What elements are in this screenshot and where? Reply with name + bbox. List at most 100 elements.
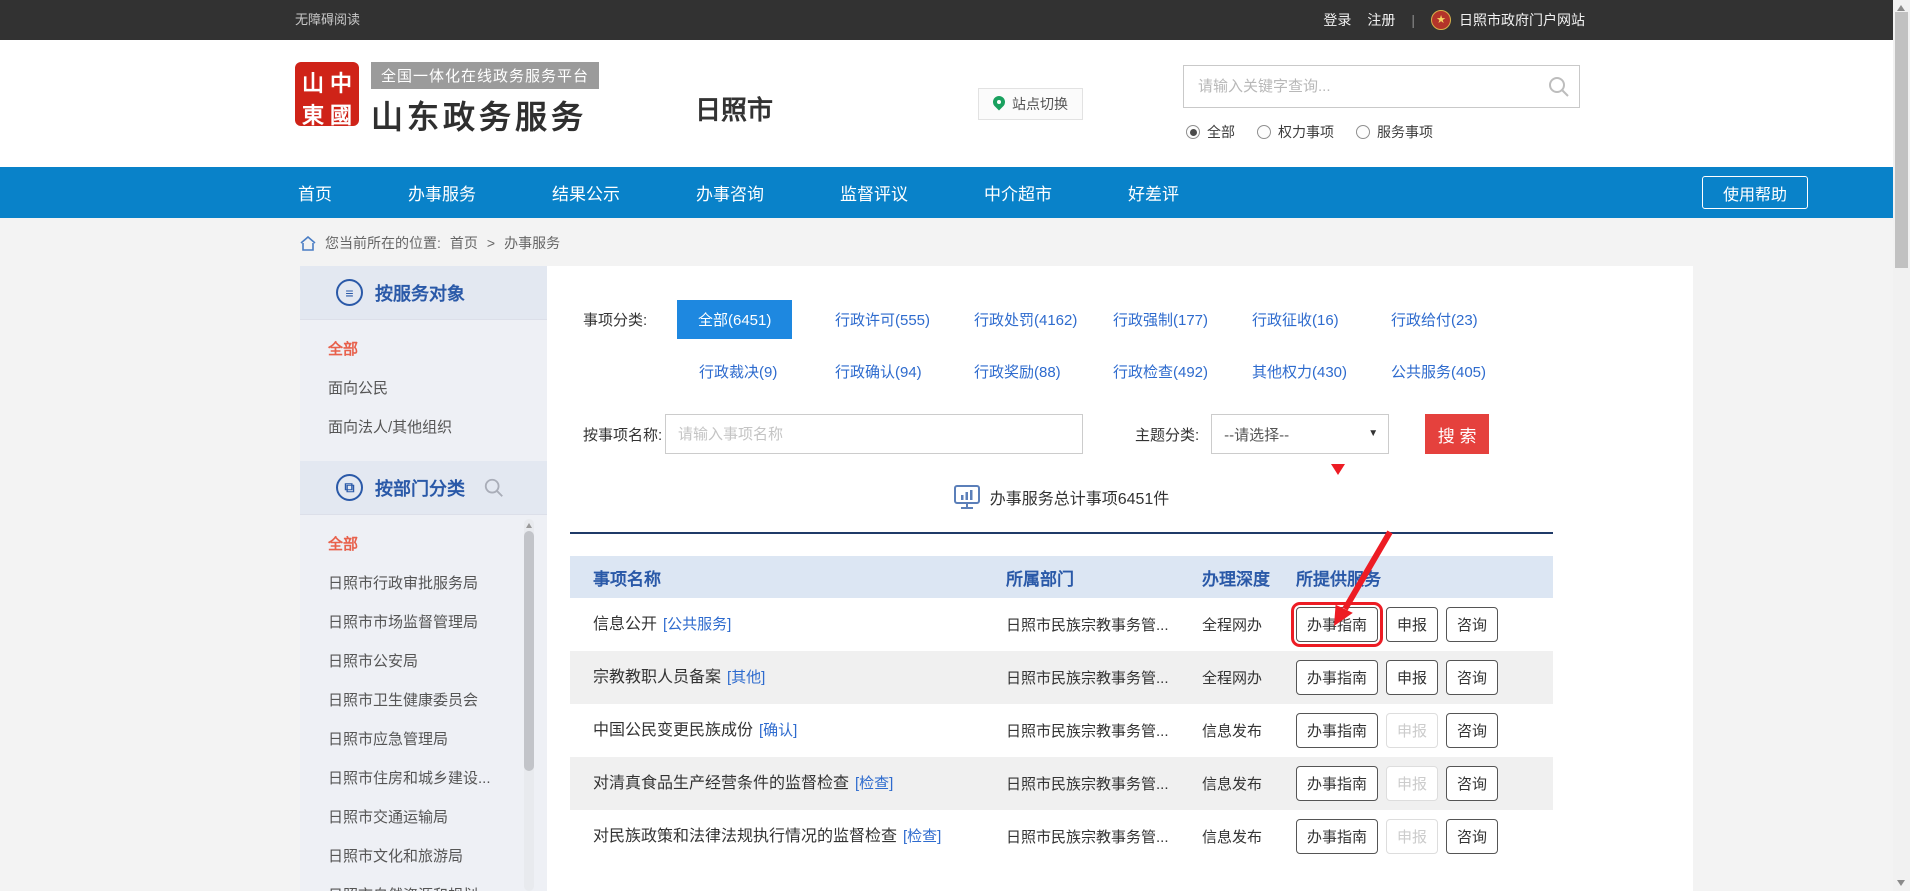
category-link[interactable]: 公共服务(405) bbox=[1391, 364, 1486, 381]
department-search-icon[interactable] bbox=[483, 477, 505, 499]
item-tag-link[interactable]: [其他] bbox=[727, 669, 765, 686]
apply-button-disabled: 申报 bbox=[1386, 819, 1438, 854]
dept-item[interactable]: 日照市文化和旅游局 bbox=[300, 837, 547, 876]
help-button[interactable]: 使用帮助 bbox=[1702, 176, 1808, 209]
sidebar-item-all-targets[interactable]: 全部 bbox=[300, 330, 547, 369]
item-tag-link[interactable]: [确认] bbox=[759, 722, 797, 739]
scrollbar-up-icon[interactable] bbox=[1897, 5, 1905, 11]
item-department: 日照市民族宗教事务管... bbox=[1006, 614, 1202, 635]
category-link[interactable]: 行政处罚(4162) bbox=[974, 312, 1077, 329]
consult-button[interactable]: 咨询 bbox=[1446, 766, 1498, 801]
category-link[interactable]: 行政奖励(88) bbox=[974, 364, 1061, 381]
scrollbar-down-icon[interactable] bbox=[1897, 880, 1905, 886]
category-link[interactable]: 行政裁决(9) bbox=[699, 364, 777, 381]
item-name[interactable]: 对民族政策和法律法规执行情况的监督检查 bbox=[593, 828, 897, 845]
sidebar-header-departments: ⧉ 按部门分类 bbox=[300, 461, 547, 515]
keyword-search-input[interactable] bbox=[1184, 66, 1579, 107]
guide-button[interactable]: 办事指南 bbox=[1296, 819, 1378, 854]
department-list: 全部 日照市行政审批服务局 日照市市场监督管理局 日照市公安局 日照市卫生健康委… bbox=[300, 515, 547, 891]
search-button[interactable]: 搜 索 bbox=[1425, 414, 1489, 454]
breadcrumb-home[interactable]: 首页 bbox=[450, 233, 478, 253]
category-link[interactable]: 行政确认(94) bbox=[835, 364, 922, 381]
item-name[interactable]: 中国公民变更民族成份 bbox=[593, 722, 753, 739]
page-scrollbar[interactable] bbox=[1893, 0, 1910, 891]
item-depth: 全程网办 bbox=[1202, 614, 1296, 635]
dept-item[interactable]: 日照市市场监督管理局 bbox=[300, 603, 547, 642]
dept-item[interactable]: 日照市自然资源和规划... bbox=[300, 876, 547, 891]
shandong-seal-icon: 山 中 東 國 bbox=[295, 62, 359, 126]
guide-button[interactable]: 办事指南 bbox=[1296, 713, 1378, 748]
nav-intermediary[interactable]: 中介超市 bbox=[984, 180, 1052, 205]
sidebar-item-legal-persons[interactable]: 面向法人/其他组织 bbox=[300, 408, 547, 447]
item-name[interactable]: 对清真食品生产经营条件的监督检查 bbox=[593, 775, 849, 792]
nav-consult[interactable]: 办事咨询 bbox=[696, 180, 764, 205]
apply-button[interactable]: 申报 bbox=[1386, 607, 1438, 642]
nav-home[interactable]: 首页 bbox=[298, 180, 332, 205]
category-link[interactable]: 行政许可(555) bbox=[835, 312, 930, 329]
breadcrumb-current[interactable]: 办事服务 bbox=[504, 233, 560, 253]
sidebar-scrollbar-thumb[interactable] bbox=[524, 531, 534, 771]
dept-item-all[interactable]: 全部 bbox=[300, 525, 547, 564]
category-row-1: 事项分类: 全部(6451) 行政许可(555) 行政处罚(4162) 行政强制… bbox=[570, 300, 1553, 339]
nav-services[interactable]: 办事服务 bbox=[408, 180, 476, 205]
dept-item[interactable]: 日照市住房和城乡建设... bbox=[300, 759, 547, 798]
consult-button[interactable]: 咨询 bbox=[1446, 607, 1498, 642]
guide-button[interactable]: 办事指南 bbox=[1296, 607, 1378, 642]
dept-item[interactable]: 日照市行政审批服务局 bbox=[300, 564, 547, 603]
table-row: 中国公民变更民族成份[确认] 日照市民族宗教事务管... 信息发布 办事指南 申… bbox=[570, 704, 1553, 757]
item-name[interactable]: 宗教教职人员备案 bbox=[593, 669, 721, 686]
portal-link[interactable]: 日照市政府门户网站 bbox=[1431, 10, 1585, 30]
consult-button[interactable]: 咨询 bbox=[1446, 819, 1498, 854]
nav-rating[interactable]: 好差评 bbox=[1128, 180, 1179, 205]
sidebar: ≡ 按服务对象 全部 面向公民 面向法人/其他组织 ⧉ 按部门分类 bbox=[300, 266, 547, 891]
category-link[interactable]: 行政征收(16) bbox=[1252, 312, 1339, 329]
consult-button[interactable]: 咨询 bbox=[1446, 660, 1498, 695]
portal-label: 日照市政府门户网站 bbox=[1459, 10, 1585, 30]
dept-item[interactable]: 日照市卫生健康委员会 bbox=[300, 681, 547, 720]
scrollbar-thumb[interactable] bbox=[1895, 12, 1908, 268]
category-link[interactable]: 其他权力(430) bbox=[1252, 364, 1347, 381]
search-icon[interactable] bbox=[1547, 75, 1571, 99]
item-tag-link[interactable]: [检查] bbox=[903, 828, 941, 845]
dept-item[interactable]: 日照市交通运输局 bbox=[300, 798, 547, 837]
content-container: ≡ 按服务对象 全部 面向公民 面向法人/其他组织 ⧉ 按部门分类 bbox=[300, 266, 1693, 891]
keyword-search-box bbox=[1183, 65, 1580, 108]
sidebar-item-citizens[interactable]: 面向公民 bbox=[300, 369, 547, 408]
apply-button-disabled: 申报 bbox=[1386, 766, 1438, 801]
category-link[interactable]: 行政强制(177) bbox=[1113, 312, 1208, 329]
nav-results[interactable]: 结果公示 bbox=[552, 180, 620, 205]
category-all-selected[interactable]: 全部(6451) bbox=[677, 300, 792, 339]
section-divider bbox=[570, 532, 1553, 534]
category-link[interactable]: 行政给付(23) bbox=[1391, 312, 1478, 329]
topic-select[interactable]: --请选择-- bbox=[1211, 414, 1389, 454]
guide-button[interactable]: 办事指南 bbox=[1296, 766, 1378, 801]
dept-item[interactable]: 日照市公安局 bbox=[300, 642, 547, 681]
register-link[interactable]: 注册 bbox=[1367, 10, 1395, 30]
scope-power-items[interactable]: 权力事项 bbox=[1257, 122, 1334, 142]
brand-title: 山东政务服务 bbox=[371, 92, 599, 138]
item-name-label: 按事项名称: bbox=[570, 424, 665, 445]
dept-item[interactable]: 日照市应急管理局 bbox=[300, 720, 547, 759]
item-tag-link[interactable]: [公共服务] bbox=[663, 616, 731, 633]
apply-button[interactable]: 申报 bbox=[1386, 660, 1438, 695]
item-name[interactable]: 信息公开 bbox=[593, 616, 657, 633]
total-count-text: 办事服务总计事项6451件 bbox=[990, 485, 1170, 509]
scope-all[interactable]: 全部 bbox=[1186, 122, 1235, 142]
site-logo[interactable]: 山 中 東 國 全国一体化在线政务服务平台 山东政务服务 bbox=[295, 62, 599, 138]
item-name-input[interactable] bbox=[665, 414, 1083, 454]
site-switch-button[interactable]: 站点切换 bbox=[978, 88, 1083, 120]
item-tag-link[interactable]: [检查] bbox=[855, 775, 893, 792]
sidebar-scrollbar-up-icon[interactable] bbox=[526, 523, 532, 528]
accessibility-link[interactable]: 无障碍阅读 bbox=[295, 0, 360, 40]
page: 无障碍阅读 登录 注册 | 日照市政府门户网站 山 中 東 國 全国一体化在线政… bbox=[0, 0, 1910, 891]
apply-button-disabled: 申报 bbox=[1386, 713, 1438, 748]
login-link[interactable]: 登录 bbox=[1323, 10, 1351, 30]
guide-button[interactable]: 办事指南 bbox=[1296, 660, 1378, 695]
nav-supervision[interactable]: 监督评议 bbox=[840, 180, 908, 205]
item-depth: 信息发布 bbox=[1202, 720, 1296, 741]
scope-service-items[interactable]: 服务事项 bbox=[1356, 122, 1433, 142]
item-depth: 全程网办 bbox=[1202, 667, 1296, 688]
circled-pages-icon: ⧉ bbox=[336, 474, 363, 501]
consult-button[interactable]: 咨询 bbox=[1446, 713, 1498, 748]
category-link[interactable]: 行政检查(492) bbox=[1113, 364, 1208, 381]
